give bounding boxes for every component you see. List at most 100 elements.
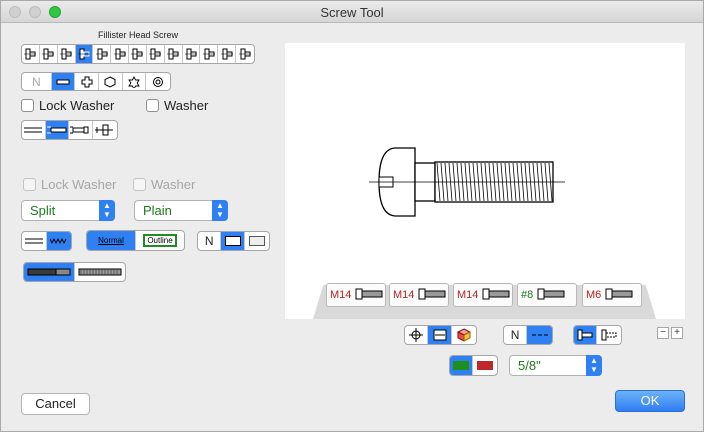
zoom-in-button[interactable]: +	[671, 327, 683, 339]
preset-label: M14	[330, 289, 352, 301]
centerline-none-segment[interactable]: N	[504, 326, 528, 344]
slot-drive-icon	[56, 79, 70, 84]
washer-checkbox[interactable]: Washer	[146, 98, 208, 113]
thread-wave-segment[interactable]	[46, 232, 71, 250]
thread-style-selector[interactable]: Normal Outline	[86, 230, 185, 251]
flat-head-icon	[60, 48, 73, 60]
drive-slotted-segment[interactable]	[51, 73, 76, 90]
orientation-selector[interactable]	[573, 325, 622, 345]
preset-card[interactable]: #8	[517, 283, 577, 307]
washer-type-popup[interactable]: Plain ▲ ▼	[134, 200, 228, 221]
3d-segment[interactable]	[452, 326, 476, 344]
head-washer-segment[interactable]	[218, 45, 237, 63]
full-thread-icon	[78, 268, 122, 276]
head-pan-segment[interactable]	[22, 45, 40, 63]
head-type-selector[interactable]	[21, 44, 255, 64]
dimension-segment[interactable]	[428, 326, 452, 344]
oval-head-icon	[95, 48, 108, 60]
socket-drive-icon	[153, 76, 164, 87]
socket-head-icon	[167, 48, 180, 60]
head-binding-segment[interactable]	[129, 45, 147, 63]
head-carriage-segment[interactable]	[236, 45, 254, 63]
head-oval-segment[interactable]	[93, 45, 112, 63]
side-view-segment[interactable]	[574, 326, 598, 344]
chevron-updown-icon: ▲ ▼	[99, 200, 115, 221]
drive-torx-segment[interactable]	[123, 73, 147, 90]
head-round-segment[interactable]	[40, 45, 58, 63]
screw-thumbnail-icon	[536, 288, 566, 303]
cancel-button[interactable]: Cancel	[21, 393, 90, 415]
thread-display-selector[interactable]	[21, 231, 72, 251]
thread-lines-segment[interactable]	[22, 232, 47, 250]
red-color-segment[interactable]	[473, 356, 497, 375]
color-selector[interactable]	[449, 355, 498, 376]
shank-icon	[46, 126, 67, 134]
green-swatch	[453, 361, 470, 370]
bolt-icon	[70, 126, 89, 134]
head-truss-segment[interactable]	[111, 45, 130, 63]
checkbox-box[interactable]	[21, 99, 34, 112]
outline-segment[interactable]: Outline	[136, 231, 184, 250]
dashed-view-segment[interactable]	[597, 326, 621, 344]
head-button-segment[interactable]	[183, 45, 201, 63]
lines-icon	[24, 238, 43, 244]
drive-none-segment[interactable]: N	[22, 73, 52, 90]
head-flat-segment[interactable]	[58, 45, 76, 63]
phillips-drive-icon	[81, 76, 93, 87]
pan-head-icon	[24, 48, 37, 60]
flange-head-icon	[202, 48, 215, 60]
preset-label: #8	[521, 289, 534, 301]
length-nut-segment[interactable]	[93, 121, 117, 139]
head-hex-segment[interactable]	[147, 45, 165, 63]
zoom-out-button[interactable]: −	[657, 327, 669, 339]
green-color-segment[interactable]	[450, 356, 474, 375]
dashed-line-icon	[531, 334, 548, 336]
length-style-selector[interactable]	[21, 120, 118, 140]
dimension-icon	[433, 329, 447, 341]
centerline-dashed-segment[interactable]	[527, 326, 552, 344]
button-head-icon	[185, 48, 198, 60]
drive-type-selector[interactable]: N	[21, 72, 171, 91]
thread-extent-selector[interactable]	[23, 262, 126, 282]
length-plain-segment[interactable]	[45, 121, 70, 139]
lock-washer-checkbox[interactable]: Lock Washer	[21, 98, 114, 113]
centerline-selector[interactable]: N	[503, 325, 553, 345]
drive-hex-segment[interactable]	[99, 73, 123, 90]
screw-tool-window: Screw Tool Fillister Head Screw N Lock W…	[0, 0, 704, 432]
thread-wave-icon	[49, 237, 67, 245]
crosshair-segment[interactable]	[405, 326, 429, 344]
checkbox-box[interactable]	[146, 99, 159, 112]
rect-filled-icon	[224, 236, 241, 246]
washer-checkbox-disabled: Washer	[133, 177, 195, 192]
view-none-segment[interactable]: N	[198, 232, 222, 250]
placement-mode-selector[interactable]	[404, 325, 477, 345]
drive-phillips-segment[interactable]	[75, 73, 99, 90]
normal-segment[interactable]: Normal	[87, 231, 136, 250]
preset-card[interactable]: M14	[326, 283, 386, 307]
preset-card[interactable]: M6	[582, 283, 642, 307]
full-thread-segment[interactable]	[75, 263, 125, 281]
view-filled-segment[interactable]	[221, 232, 245, 250]
hex-drive-icon	[104, 75, 116, 88]
head-socket-segment[interactable]	[165, 45, 183, 63]
length-bolt-segment[interactable]	[69, 121, 93, 139]
chevron-updown-icon: ▲ ▼	[586, 355, 602, 376]
head-flange-segment[interactable]	[200, 45, 219, 63]
ok-button[interactable]: OK	[615, 390, 685, 412]
screw-preview-canvas	[285, 43, 685, 319]
preset-label: M6	[586, 289, 602, 301]
lock-washer-type-popup[interactable]: Split ▲ ▼	[21, 200, 115, 221]
preset-card[interactable]: M14	[453, 283, 513, 307]
head-fillister-segment[interactable]	[75, 45, 94, 63]
preset-card[interactable]: M14	[389, 283, 449, 307]
view-mode-selector[interactable]: N	[197, 231, 270, 251]
screw-thumbnail-icon	[417, 288, 447, 303]
drive-socket-segment[interactable]	[146, 73, 170, 90]
partial-thread-segment[interactable]	[24, 263, 75, 281]
truss-head-icon	[113, 48, 126, 60]
length-none-segment[interactable]	[22, 121, 46, 139]
chevron-updown-icon: ▲ ▼	[212, 200, 228, 221]
size-popup[interactable]: 5/8" ▲ ▼	[509, 355, 602, 376]
view-outline-segment[interactable]	[245, 232, 269, 250]
lock-washer-checkbox-disabled: Lock Washer	[23, 177, 116, 192]
